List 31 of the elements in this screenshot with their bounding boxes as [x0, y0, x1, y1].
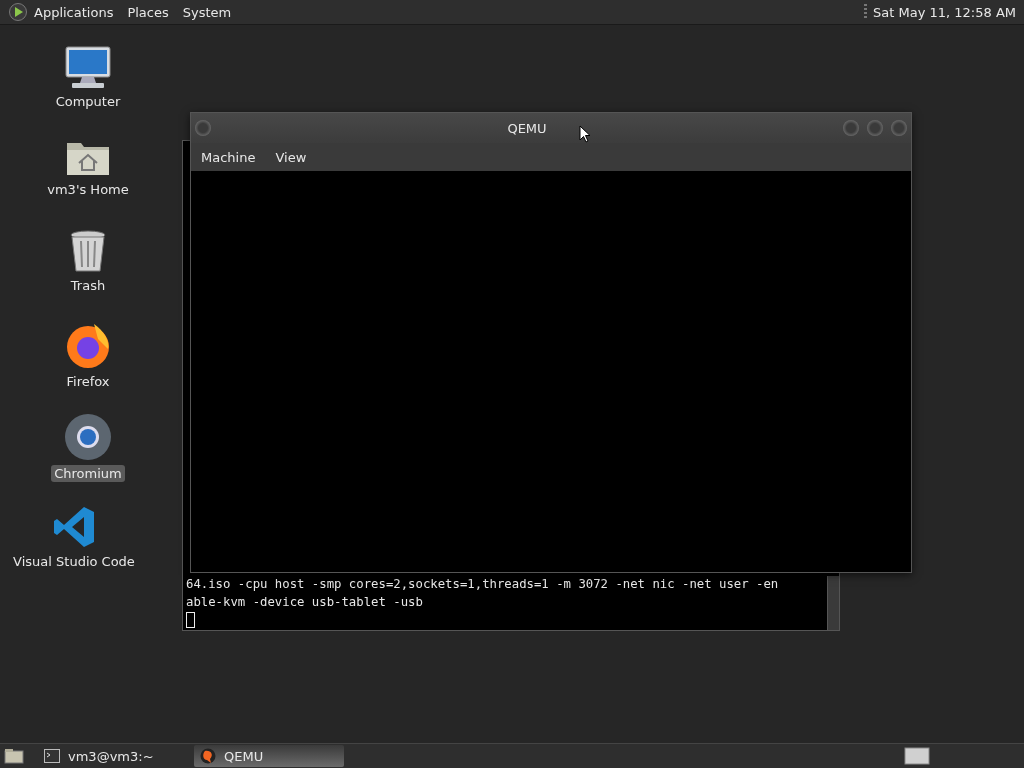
panel-handle: [864, 4, 868, 20]
icon-label[interactable]: vm3's Home: [44, 181, 132, 198]
terminal-icon: [44, 749, 60, 763]
pointer-icon: [579, 125, 591, 143]
menu-item[interactable]: View: [275, 149, 307, 165]
icon-label[interactable]: Visual Studio Code: [10, 553, 138, 570]
terminal-line: 64.iso -cpu host -smp cores=2,sockets=1,threads=1 -m 3072 -net nic -net user -en: [186, 576, 780, 593]
workspace-icon[interactable]: [904, 747, 930, 765]
trash-icon[interactable]: [68, 229, 108, 273]
menu-item[interactable]: Machine: [201, 149, 256, 165]
code-editor-icon[interactable]: [52, 505, 96, 549]
window-title: QEMU: [507, 120, 547, 136]
firefox-icon[interactable]: [64, 321, 112, 369]
icon-label[interactable]: Chromium: [51, 465, 125, 482]
panel-menu[interactable]: Places: [127, 4, 169, 20]
taskbar-button[interactable]: QEMU: [194, 745, 344, 767]
clock[interactable]: Sat May 11, 12:58 AM: [873, 4, 1016, 20]
computer-icon[interactable]: [64, 45, 112, 89]
qemu-icon: [200, 748, 216, 764]
logo-icon[interactable]: [8, 2, 28, 22]
panel-menu[interactable]: System: [182, 4, 232, 20]
taskbar-button[interactable]: vm3@vm3:~: [38, 745, 188, 767]
icon-label[interactable]: Trash: [67, 277, 109, 294]
icon-label[interactable]: Firefox: [63, 373, 113, 390]
text-cursor: [186, 612, 195, 628]
show-desktop-icon[interactable]: [4, 748, 24, 764]
chromium-icon[interactable]: [64, 413, 112, 461]
scrollbar[interactable]: [827, 576, 839, 630]
terminal-line: able-kvm -device usb-tablet -usb: [186, 594, 424, 611]
icon-label[interactable]: Computer: [52, 93, 124, 110]
panel-menu[interactable]: Applications: [34, 4, 114, 20]
